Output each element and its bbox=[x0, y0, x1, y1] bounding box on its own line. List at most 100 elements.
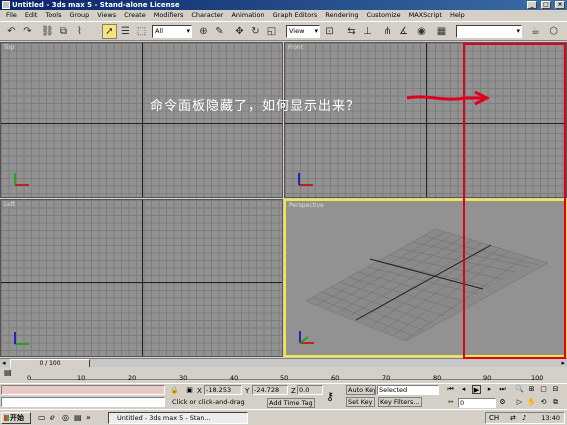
selection-filter-select[interactable]: All bbox=[152, 25, 192, 38]
pivot-icon[interactable]: ⊡ bbox=[322, 24, 337, 39]
key-filters-button[interactable]: Key Filters... bbox=[378, 397, 422, 407]
menu-rendering[interactable]: Rendering bbox=[321, 10, 362, 21]
track-bar[interactable]: ▤ 0 10 20 30 40 50 60 70 80 90 100 bbox=[0, 367, 567, 383]
goto-start-icon[interactable]: ⏮ bbox=[446, 385, 455, 394]
link-icon[interactable]: ⛓ bbox=[40, 24, 55, 39]
next-frame-icon[interactable]: ▸ bbox=[485, 385, 494, 394]
maximize-button[interactable]: □ bbox=[541, 1, 551, 9]
menu-customize[interactable]: Customize bbox=[362, 10, 404, 21]
goto-end-icon[interactable]: ⏭ bbox=[498, 385, 507, 394]
track-tick-label: 100 bbox=[531, 374, 544, 382]
z-coordinate-field[interactable]: 0.0 bbox=[297, 385, 323, 395]
set-key-button[interactable]: Set Key bbox=[346, 397, 375, 407]
x-coordinate-field[interactable]: -18.253 bbox=[204, 385, 242, 395]
show-desktop-icon[interactable]: ▭ bbox=[38, 413, 46, 422]
viewport-left[interactable]: Left bbox=[0, 199, 283, 357]
menu-graph-editors[interactable]: Graph Editors bbox=[269, 10, 322, 21]
viewport-label-top[interactable]: Top bbox=[4, 44, 14, 51]
track-tick-label: 70 bbox=[382, 374, 391, 382]
add-time-tag-button[interactable]: Add Time Tag bbox=[267, 398, 315, 408]
maxscript-listener-white[interactable] bbox=[1, 397, 165, 407]
undo-icon[interactable]: ↶ bbox=[4, 24, 19, 39]
viewport-label-perspective[interactable]: Perspective bbox=[289, 202, 324, 209]
zoom-icon[interactable]: 🔍 bbox=[515, 385, 524, 394]
absolute-mode-icon[interactable]: ▣ bbox=[185, 386, 194, 395]
viewport-label-front[interactable]: Front bbox=[288, 44, 303, 51]
current-frame-field[interactable]: 0 bbox=[458, 398, 496, 408]
select-and-move-icon[interactable]: ⊕ bbox=[196, 24, 211, 39]
menu-views[interactable]: Views bbox=[93, 10, 120, 21]
select-by-name-icon[interactable]: ☰ bbox=[118, 24, 133, 39]
lock-selection-icon[interactable]: 🔒 bbox=[170, 386, 179, 395]
annotation-text: 命令面板隐藏了，如何显示出来？ bbox=[150, 99, 361, 114]
reference-coordinate-select[interactable]: View bbox=[286, 25, 320, 38]
y-coordinate-field[interactable]: -24.728 bbox=[252, 385, 288, 395]
render-scene-icon[interactable]: ▦ bbox=[434, 24, 449, 39]
quick-render-icon[interactable]: ☕ bbox=[528, 24, 543, 39]
align-icon[interactable]: ⊥ bbox=[360, 24, 375, 39]
zoom-extents-all-icon[interactable]: ⊟ bbox=[551, 385, 560, 394]
zoom-all-icon[interactable]: ⊞ bbox=[527, 385, 536, 394]
render-last-icon[interactable]: ⬡ bbox=[546, 24, 561, 39]
track-view-icon[interactable]: ▤ bbox=[4, 368, 12, 377]
slider-right-arrow-icon[interactable]: ▸ bbox=[561, 359, 565, 367]
key-icon[interactable]: ⚷ bbox=[326, 390, 334, 403]
auto-key-button[interactable]: Auto Key bbox=[346, 385, 376, 395]
snap-icon[interactable]: ⋔ bbox=[380, 24, 395, 39]
arc-rotate-icon[interactable]: ⟲ bbox=[539, 398, 548, 407]
track-tick-label: 20 bbox=[128, 374, 137, 382]
mirror-icon[interactable]: ⇆ bbox=[344, 24, 359, 39]
quicklaunch-icon[interactable]: ▤ bbox=[74, 413, 82, 422]
pan-icon[interactable]: ✋ bbox=[527, 398, 536, 407]
select-object-icon[interactable]: ➚ bbox=[102, 24, 117, 39]
play-icon[interactable]: ▶ bbox=[472, 385, 481, 394]
key-mode-select[interactable]: Selected bbox=[377, 385, 439, 395]
unlink-icon[interactable]: ⧉ bbox=[56, 24, 71, 39]
time-slider[interactable]: ◂ 0 / 100 ▸ bbox=[0, 358, 567, 368]
tray-input-icon[interactable]: CH bbox=[489, 413, 499, 423]
start-button[interactable]: 开始 bbox=[1, 412, 31, 424]
menu-animation[interactable]: Animation bbox=[227, 10, 268, 21]
menu-help[interactable]: Help bbox=[446, 10, 469, 21]
maxscript-listener-pink[interactable] bbox=[1, 385, 165, 395]
zoom-extents-icon[interactable]: ▢ bbox=[539, 385, 548, 394]
axis-gizmo-icon bbox=[14, 173, 29, 186]
viewport-label-left[interactable]: Left bbox=[4, 201, 15, 208]
menu-character[interactable]: Character bbox=[187, 10, 227, 21]
material-editor-icon[interactable]: ◉ bbox=[414, 24, 429, 39]
scale-icon[interactable]: ◱ bbox=[264, 24, 279, 39]
time-configuration-icon[interactable]: ⚙ bbox=[498, 398, 507, 407]
maximize-viewport-icon[interactable]: ⧉ bbox=[551, 398, 560, 407]
previous-frame-icon[interactable]: ◂ bbox=[459, 385, 468, 394]
menu-file[interactable]: File bbox=[2, 10, 21, 21]
menu-edit[interactable]: Edit bbox=[21, 10, 42, 21]
z-label: Z bbox=[291, 387, 296, 395]
viewport-top[interactable]: Top bbox=[0, 42, 283, 198]
slider-left-arrow-icon[interactable]: ◂ bbox=[2, 359, 6, 367]
menu-create[interactable]: Create bbox=[120, 10, 150, 21]
taskbar-app-button[interactable]: Untitled - 3ds max 5 - Stan... bbox=[108, 412, 248, 424]
tray-volume-icon[interactable]: ♪ bbox=[522, 413, 526, 423]
rotate-icon[interactable]: ↻ bbox=[248, 24, 263, 39]
bind-space-warp-icon[interactable]: ⌇ bbox=[72, 24, 87, 39]
grid-axis-y bbox=[142, 43, 143, 197]
select-manipulate-icon[interactable]: ✎ bbox=[212, 24, 227, 39]
move-icon[interactable]: ✥ bbox=[232, 24, 247, 39]
internet-explorer-icon[interactable]: ℯ bbox=[50, 413, 55, 422]
tray-network-icon[interactable]: ⇄ bbox=[510, 413, 516, 423]
close-button[interactable]: × bbox=[555, 1, 565, 9]
redo-icon[interactable]: ↷ bbox=[20, 24, 35, 39]
menu-tools[interactable]: Tools bbox=[41, 10, 65, 21]
named-selection-select[interactable] bbox=[456, 25, 522, 38]
track-tick-label: 50 bbox=[280, 374, 289, 382]
minimize-button[interactable]: _ bbox=[527, 1, 537, 9]
key-mode-toggle-icon[interactable]: ⇿ bbox=[446, 398, 455, 407]
menu-maxscript[interactable]: MAXScript bbox=[405, 10, 446, 21]
field-of-view-icon[interactable]: ▷ bbox=[515, 398, 524, 407]
media-player-icon[interactable]: ◎ bbox=[62, 413, 69, 422]
quicklaunch-more-icon[interactable]: » bbox=[86, 413, 91, 422]
menu-group[interactable]: Group bbox=[66, 10, 94, 21]
menu-modifiers[interactable]: Modifiers bbox=[150, 10, 188, 21]
rectangular-selection-icon[interactable]: ⬚ bbox=[134, 24, 149, 39]
angle-snap-icon[interactable]: ∡ bbox=[396, 24, 411, 39]
